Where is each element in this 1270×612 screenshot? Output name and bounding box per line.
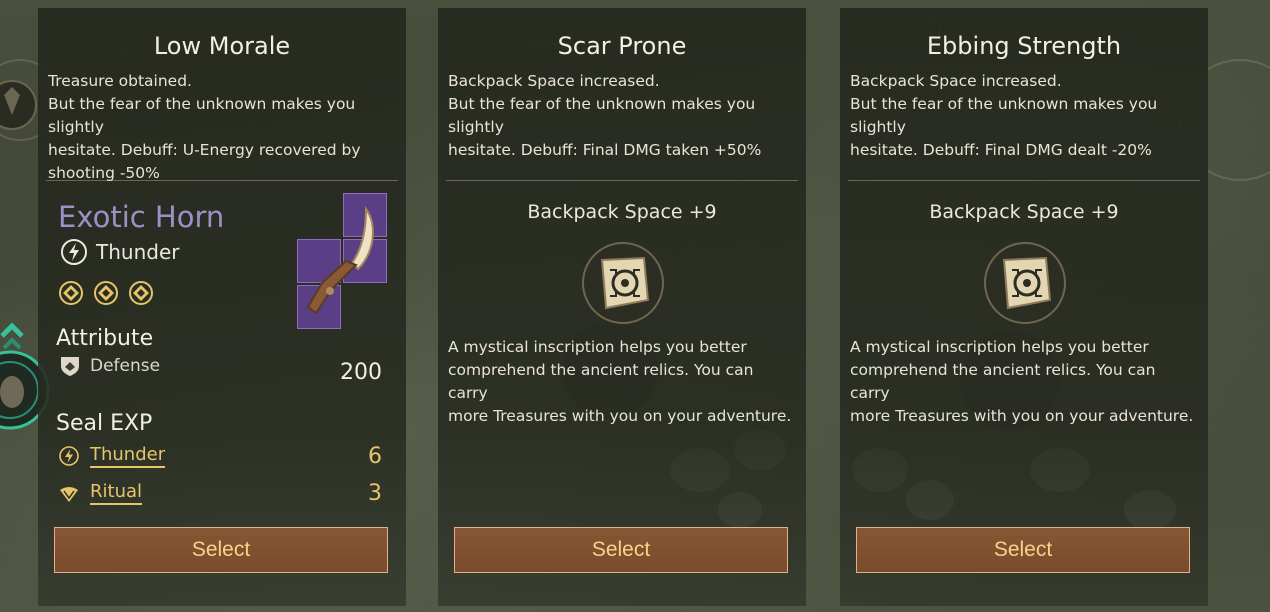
attribute-label: Defense (90, 356, 161, 376)
lore-line: comprehend the ancient relics. You can c… (850, 361, 1156, 402)
thunder-icon (59, 446, 79, 466)
card-low-morale: Low Morale Treasure obtained. But the fe… (38, 8, 406, 606)
seal-exp-title: Seal EXP (56, 411, 153, 436)
ritual-icon (60, 487, 78, 502)
shield-icon (61, 357, 79, 376)
select-button[interactable]: Select (454, 527, 788, 573)
relic-inscription-icon (984, 242, 1066, 324)
divider (848, 180, 1200, 181)
lore-line: A mystical inscription helps you better (850, 338, 1149, 356)
card-scar-prone: Scar Prone Backpack Space increased. But… (438, 8, 806, 606)
seal-exp-value: 6 (368, 443, 382, 469)
card-ebbing-strength: Ebbing Strength Backpack Space increased… (840, 8, 1208, 606)
seal-exp-label[interactable]: Ritual (90, 481, 143, 505)
thunder-icon (61, 239, 87, 265)
exotic-horn-icon (306, 205, 374, 315)
seal-icon (94, 281, 118, 305)
select-button[interactable]: Select (54, 527, 388, 573)
lore-text: A mystical inscription helps you better … (850, 336, 1200, 428)
left-emblem-icon (0, 80, 37, 130)
desc-line: shooting -50% (48, 164, 160, 182)
seal-exp-row-thunder[interactable]: Thunder 6 (58, 443, 382, 469)
desc-line: But the fear of the unknown makes you sl… (850, 95, 1158, 136)
seal-icon (129, 281, 153, 305)
select-button[interactable]: Select (856, 527, 1190, 573)
card-title: Low Morale (153, 32, 291, 60)
desc-line: But the fear of the unknown makes you sl… (48, 95, 356, 136)
seal-exp-value: 3 (368, 480, 382, 506)
element-label: Thunder (96, 240, 180, 264)
seal-exp-row-ritual[interactable]: Ritual 3 (58, 480, 382, 506)
lore-text: A mystical inscription helps you better … (448, 336, 798, 428)
seal-icon (59, 281, 83, 305)
seal-slots (58, 280, 154, 306)
seal-exp-label[interactable]: Thunder (90, 444, 166, 468)
lore-line: comprehend the ancient relics. You can c… (448, 361, 754, 402)
desc-line: Backpack Space increased. (448, 72, 660, 90)
bonus-text: Backpack Space +9 (527, 201, 717, 223)
divider (446, 180, 798, 181)
bonus-text: Backpack Space +9 (929, 201, 1119, 223)
card-description: Backpack Space increased. But the fear o… (448, 70, 804, 162)
divider (46, 180, 398, 181)
relic-inscription-icon (582, 242, 664, 324)
attribute-value: 200 (340, 360, 382, 385)
card-description: Treasure obtained. But the fear of the u… (48, 70, 404, 185)
desc-line: Treasure obtained. (48, 72, 192, 90)
desc-line: But the fear of the unknown makes you sl… (448, 95, 756, 136)
desc-line: hesitate. Debuff: Final DMG dealt -20% (850, 141, 1152, 159)
desc-line: hesitate. Debuff: Final DMG taken +50% (448, 141, 762, 159)
desc-line: hesitate. Debuff: U-Energy recovered by (48, 141, 361, 159)
item-element: Thunder (60, 238, 179, 266)
card-description: Backpack Space increased. But the fear o… (850, 70, 1206, 162)
card-title: Ebbing Strength (926, 32, 1122, 60)
attribute-row: Defense 200 (58, 354, 388, 385)
attribute-title: Attribute (56, 326, 154, 351)
desc-line: Backpack Space increased. (850, 72, 1062, 90)
lore-line: more Treasures with you on your adventur… (448, 407, 792, 425)
card-title: Scar Prone (557, 32, 687, 60)
lore-line: more Treasures with you on your adventur… (850, 407, 1194, 425)
item-name: Exotic Horn (58, 200, 225, 234)
lore-line: A mystical inscription helps you better (448, 338, 747, 356)
